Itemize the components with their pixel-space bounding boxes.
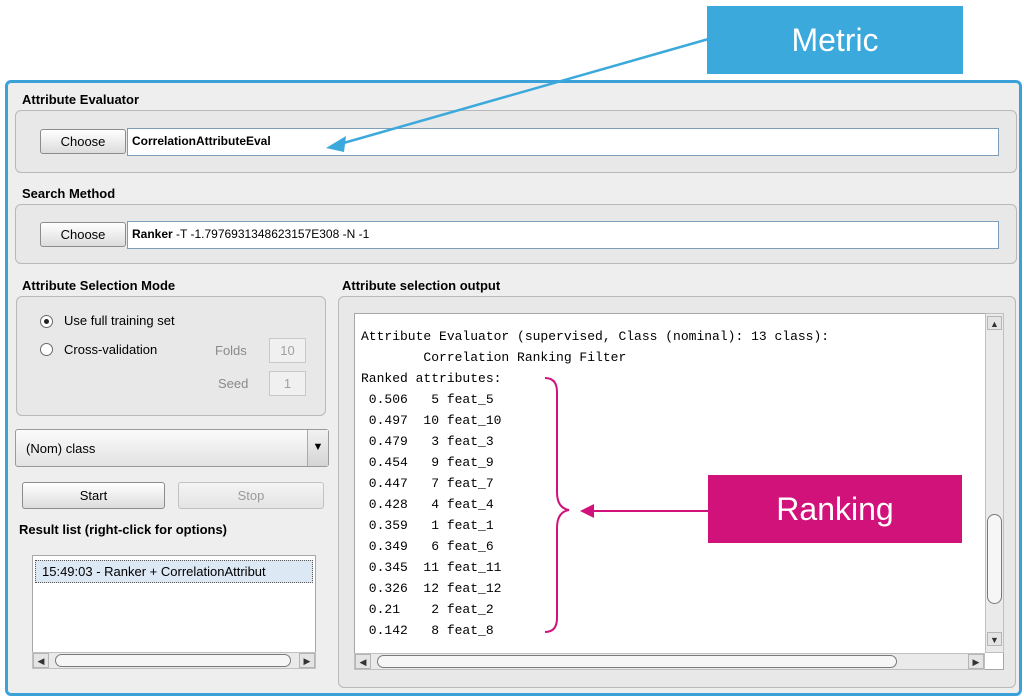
- ranking-arrow: [580, 504, 708, 518]
- ranking-callout-label: Ranking: [776, 491, 894, 527]
- annotation-overlay: [326, 36, 713, 633]
- ranking-callout: Ranking: [708, 475, 962, 543]
- metric-arrow: [326, 36, 713, 152]
- ranking-brace: [544, 377, 570, 633]
